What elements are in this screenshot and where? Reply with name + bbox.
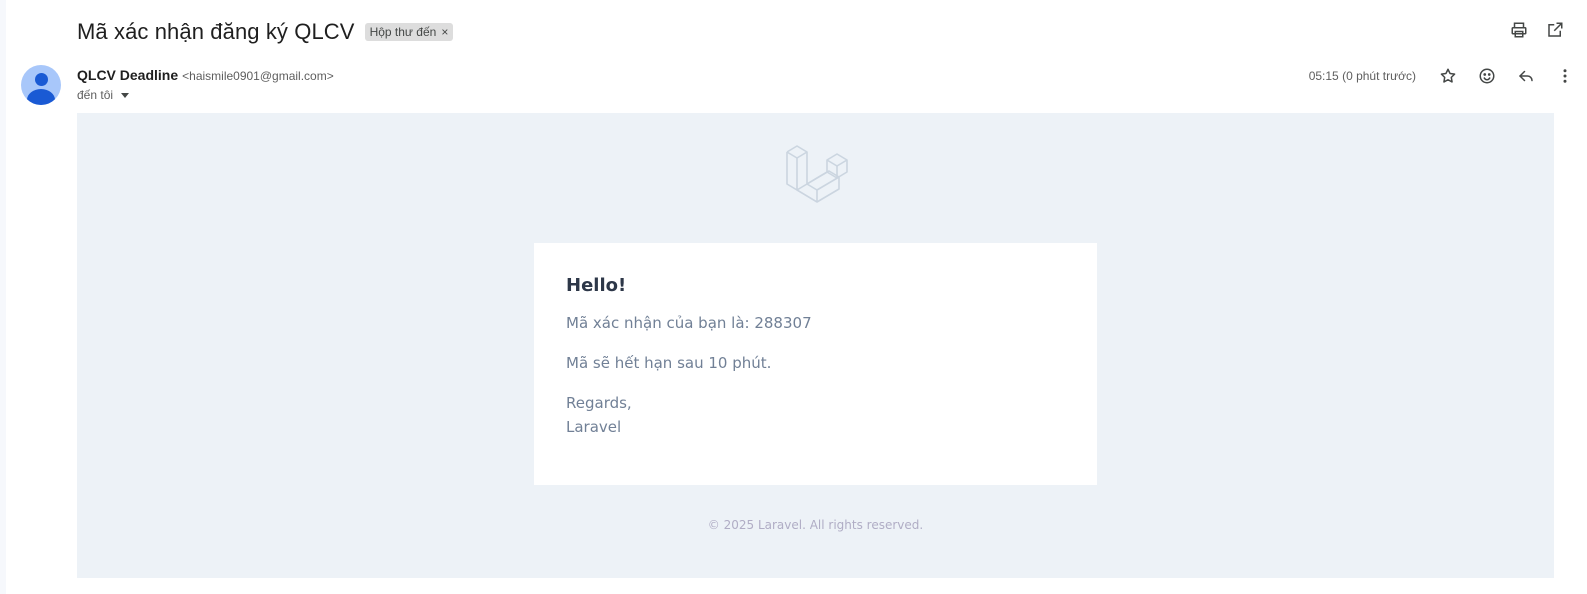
chevron-down-icon xyxy=(121,92,130,98)
regards-line: Regards, xyxy=(566,394,632,412)
star-icon[interactable] xyxy=(1438,66,1458,86)
email-footer: © 2025 Laravel. All rights reserved. xyxy=(707,518,924,532)
greeting-heading: Hello! xyxy=(566,275,627,296)
sender-name[interactable]: QLCV Deadline xyxy=(77,67,178,83)
label-chip-text: Hộp thư đến xyxy=(369,25,437,39)
avatar-head xyxy=(35,73,48,86)
sender-line: QLCV Deadline <haismile0901@gmail.com> xyxy=(77,67,334,83)
left-edge-strip xyxy=(0,0,6,594)
message-actions: 05:15 (0 phút trước) xyxy=(1309,64,1575,88)
sender-avatar[interactable] xyxy=(21,65,61,105)
more-vert-icon[interactable] xyxy=(1555,66,1575,86)
verification-code-line: Mã xác nhận của bạn là: 288307 xyxy=(566,314,812,332)
email-subject: Mã xác nhận đăng ký QLCV xyxy=(77,19,355,44)
email-timestamp: 05:15 (0 phút trước) xyxy=(1308,69,1416,83)
email-body-frame: Hello! Mã xác nhận của bạn là: 288307 Mã… xyxy=(77,113,1554,578)
reply-icon[interactable] xyxy=(1516,66,1536,86)
top-actions xyxy=(1509,20,1565,40)
subject-row: Mã xác nhận đăng ký QLCV Hộp thư đến × xyxy=(77,14,454,50)
message-card: Hello! Mã xác nhận của bạn là: 288307 Mã… xyxy=(534,243,1097,485)
laravel-logo[interactable] xyxy=(783,140,853,210)
expiry-line: Mã sẽ hết hạn sau 10 phút. xyxy=(566,354,772,372)
label-remove-button[interactable]: × xyxy=(441,25,448,39)
printer-icon[interactable] xyxy=(1509,20,1529,40)
label-chip-inbox[interactable]: Hộp thư đến × xyxy=(364,23,454,41)
open-in-new-icon[interactable] xyxy=(1545,20,1565,40)
recipient-text: đến tôi xyxy=(77,88,114,102)
sender-email: <haismile0901@gmail.com> xyxy=(182,69,334,83)
signature-line: Laravel xyxy=(566,418,622,436)
emoji-icon[interactable] xyxy=(1477,66,1497,86)
avatar-body xyxy=(27,89,55,105)
recipient-details-toggle[interactable]: đến tôi xyxy=(77,88,130,102)
